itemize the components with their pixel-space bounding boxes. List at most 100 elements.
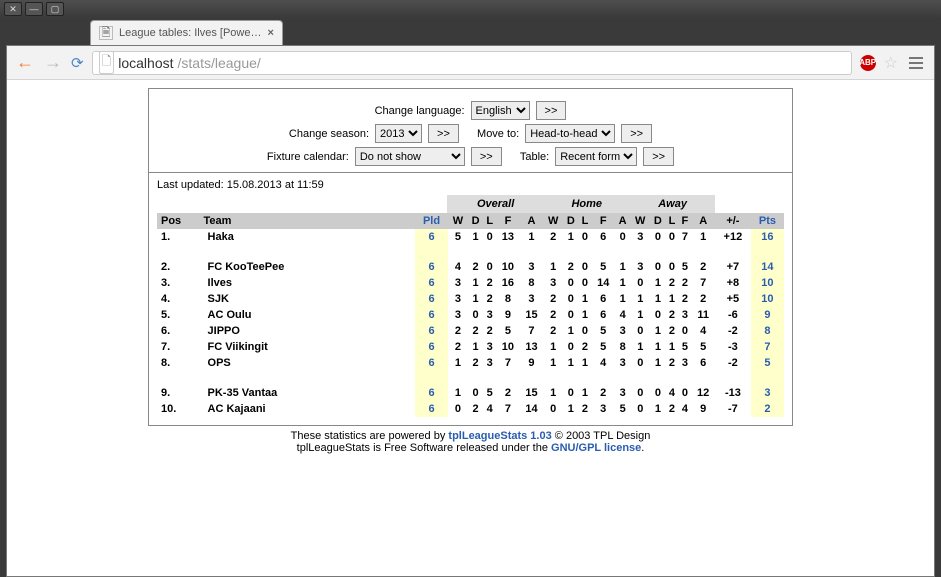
table-select[interactable]: Recent form bbox=[555, 147, 637, 166]
pos-cell: 1. bbox=[157, 229, 204, 252]
stat-cell: 2 bbox=[468, 355, 483, 378]
pos-cell: 3. bbox=[157, 275, 204, 291]
stat-cell: 0 bbox=[678, 378, 691, 401]
stat-cell: 0 bbox=[563, 339, 578, 355]
table-row: 9.PK-35 Vantaa610521510123004012-133 bbox=[157, 378, 784, 401]
stat-cell: 0 bbox=[678, 323, 691, 339]
stat-cell: 1 bbox=[563, 355, 578, 378]
language-select[interactable]: English bbox=[471, 101, 530, 120]
stat-cell: 2 bbox=[543, 291, 563, 307]
table-row: 4.SJK6312832016111122+510 bbox=[157, 291, 784, 307]
reload-button[interactable]: ⟳ bbox=[71, 54, 84, 72]
window-title-bar: ✕ — ▢ bbox=[0, 0, 941, 18]
browser-toolbar: ← → ⟳ 🗋 localhost/stats/league/ ABP ☆ bbox=[7, 46, 934, 80]
pos-cell: 2. bbox=[157, 252, 204, 275]
window-close-button[interactable]: ✕ bbox=[4, 2, 22, 16]
stat-cell: +7 bbox=[715, 252, 751, 275]
stat-cell: 5 bbox=[483, 378, 496, 401]
table-row: 3.Ilves631216830014101227+810 bbox=[157, 275, 784, 291]
stat-cell: 1 bbox=[615, 252, 630, 275]
stat-cell: 9 bbox=[496, 307, 520, 323]
adblock-icon[interactable]: ABP bbox=[860, 55, 876, 71]
window-maximize-button[interactable]: ▢ bbox=[46, 2, 64, 16]
move-to-go-button[interactable]: >> bbox=[621, 124, 652, 143]
stat-cell: -6 bbox=[715, 307, 751, 323]
stat-cell: 3 bbox=[483, 307, 496, 323]
stat-cell: +5 bbox=[715, 291, 751, 307]
pld-cell: 6 bbox=[415, 401, 448, 417]
stat-cell: 0 bbox=[563, 275, 578, 291]
bookmark-star-icon[interactable]: ☆ bbox=[884, 53, 898, 73]
stat-cell: 1 bbox=[615, 291, 630, 307]
stat-cell: 2 bbox=[579, 401, 592, 417]
stat-cell: 4 bbox=[666, 378, 679, 401]
stat-cell: 3 bbox=[615, 323, 630, 339]
stat-cell: 0 bbox=[563, 291, 578, 307]
footer-text: These statistics are powered by bbox=[291, 430, 449, 442]
pts-cell: 3 bbox=[751, 378, 784, 401]
stat-cell: 7 bbox=[691, 275, 715, 291]
stat-cell: 0 bbox=[579, 323, 592, 339]
stat-cell: 1 bbox=[579, 307, 592, 323]
pld-cell: 6 bbox=[415, 378, 448, 401]
stat-cell: 0 bbox=[579, 275, 592, 291]
tab-close-button[interactable]: × bbox=[267, 27, 273, 39]
stat-cell: 1 bbox=[650, 323, 665, 339]
pos-cell: 10. bbox=[157, 401, 204, 417]
stat-cell: 0 bbox=[650, 229, 665, 252]
stat-cell: 3 bbox=[448, 291, 468, 307]
stat-cell: 1 bbox=[650, 275, 665, 291]
stat-cell: 3 bbox=[630, 252, 650, 275]
table-row: 6.JIPPO6222572105301204-28 bbox=[157, 323, 784, 339]
col-team: Team bbox=[204, 213, 416, 230]
forward-button[interactable]: → bbox=[43, 52, 63, 73]
stat-cell: 0 bbox=[468, 378, 483, 401]
stat-cell: 0 bbox=[579, 229, 592, 252]
address-bar[interactable]: 🗋 localhost/stats/league/ bbox=[92, 51, 852, 75]
stat-cell: 1 bbox=[579, 291, 592, 307]
move-to-label: Move to: bbox=[477, 128, 519, 140]
stat-cell: 9 bbox=[691, 401, 715, 417]
window-minimize-button[interactable]: — bbox=[25, 2, 43, 16]
season-go-button[interactable]: >> bbox=[428, 124, 459, 143]
season-select[interactable]: 2013 bbox=[375, 124, 422, 143]
col-f: F bbox=[496, 213, 520, 230]
stat-cell: 1 bbox=[650, 401, 665, 417]
team-cell: OPS bbox=[204, 355, 416, 378]
back-button[interactable]: ← bbox=[15, 52, 35, 73]
fixture-calendar-go-button[interactable]: >> bbox=[471, 147, 502, 166]
fixture-calendar-select[interactable]: Do not show bbox=[355, 147, 465, 166]
move-to-select[interactable]: Head-to-head bbox=[525, 124, 615, 143]
footer-link-license[interactable]: GNU/GPL license bbox=[551, 442, 641, 454]
stat-cell: 2 bbox=[579, 339, 592, 355]
stat-cell: 1 bbox=[468, 291, 483, 307]
stat-cell: 4 bbox=[691, 323, 715, 339]
stat-cell: 8 bbox=[520, 275, 544, 291]
pos-cell: 4. bbox=[157, 291, 204, 307]
pts-cell: 9 bbox=[751, 307, 784, 323]
team-cell: Ilves bbox=[204, 275, 416, 291]
group-away: Away bbox=[630, 196, 715, 213]
table-go-button[interactable]: >> bbox=[643, 147, 674, 166]
stat-cell: 10 bbox=[496, 252, 520, 275]
col-d: D bbox=[563, 213, 578, 230]
menu-button[interactable] bbox=[906, 53, 926, 73]
browser-window: ← → ⟳ 🗋 localhost/stats/league/ ABP ☆ Ch… bbox=[6, 45, 935, 577]
col-pos: Pos bbox=[157, 213, 204, 230]
stat-cell: 2 bbox=[496, 378, 520, 401]
language-go-button[interactable]: >> bbox=[536, 101, 567, 120]
footer-link-product[interactable]: tplLeagueStats 1.03 bbox=[448, 430, 551, 442]
stat-cell: 6 bbox=[591, 229, 615, 252]
stat-cell: 1 bbox=[691, 229, 715, 252]
footer-text: © 2003 TPL Design bbox=[552, 430, 651, 442]
stat-cell: 1 bbox=[468, 339, 483, 355]
league-table: Overall Home Away Pos Team Pld W D L bbox=[157, 195, 784, 417]
site-info-icon: 🗋 bbox=[99, 51, 115, 74]
browser-tab[interactable]: 🗎 League tables: Ilves [Powe… × bbox=[90, 20, 283, 45]
stat-cell: 1 bbox=[630, 291, 650, 307]
change-season-label: Change season: bbox=[289, 128, 369, 140]
stat-cell: 2 bbox=[448, 339, 468, 355]
stat-cell: 2 bbox=[483, 291, 496, 307]
stat-cell: 0 bbox=[563, 307, 578, 323]
pts-cell: 7 bbox=[751, 339, 784, 355]
